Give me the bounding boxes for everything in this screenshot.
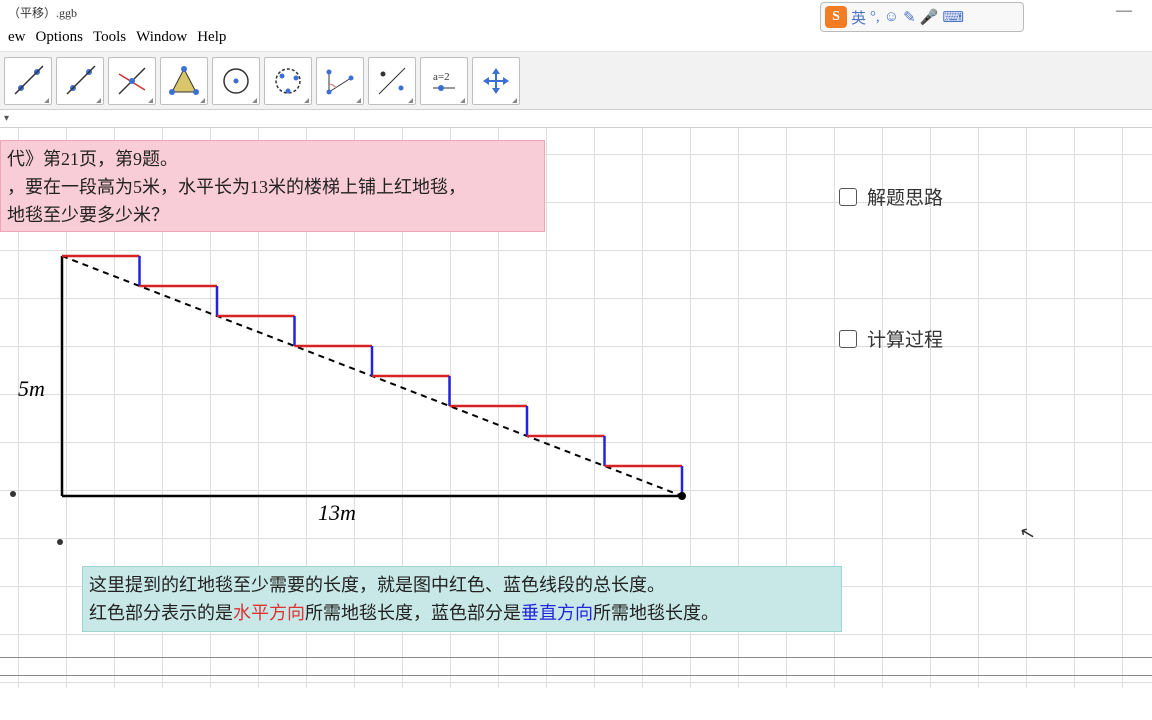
checkbox-calc[interactable] [839,330,857,348]
svg-text:a=2: a=2 [433,71,450,83]
style-bar: ▾ [0,110,1152,128]
divider-2 [0,675,1152,676]
tool-move-view[interactable] [472,57,520,105]
checkbox-idea-row: 解题思路 [839,183,943,210]
menu-help[interactable]: Help [193,27,230,48]
tool-conic[interactable] [264,57,312,105]
sogou-icon: S [825,6,847,28]
tool-polygon[interactable] [160,57,208,105]
problem-text-box: 代》第21页，第9题。 ，要在一段高为5米，水平长为13米的楼梯上铺上红地毯， … [0,140,545,232]
ime-voice-icon[interactable]: 🎤 [920,8,939,27]
problem-line-2: ，要在一段高为5米，水平长为13米的楼梯上铺上红地毯， [7,173,538,201]
problem-line-3: 地毯至少要多少米？ [7,201,538,229]
ime-bar[interactable]: S 英 °, ☺ ✎ 🎤 ⌨ [820,2,1024,32]
minimize-icon[interactable]: — [1116,2,1132,20]
ime-lang[interactable]: 英 [851,7,866,28]
tool-circle[interactable] [212,57,260,105]
problem-line-1: 代》第21页，第9题。 [7,145,538,173]
tool-point[interactable] [56,57,104,105]
graphics-view[interactable]: 代》第21页，第9题。 ，要在一段高为5米，水平长为13米的楼梯上铺上红地毯， … [0,128,1152,688]
hint-line-2: 红色部分表示的是水平方向所需地毯长度，蓝色部分是垂直方向所需地毯长度。 [89,599,835,627]
staircase-diagram [12,244,712,544]
toolbar: a=2 [0,52,1152,110]
checkbox-calc-row: 计算过程 [839,325,943,352]
divider-1 [0,657,1152,658]
tool-line[interactable] [108,57,156,105]
free-point-a[interactable] [10,491,16,497]
file-title: （平移）.ggb [8,4,77,21]
menu-view[interactable]: ew [4,27,30,48]
tool-slider[interactable]: a=2 [420,57,468,105]
free-point-b[interactable] [57,539,63,545]
checkbox-calc-label: 计算过程 [867,325,943,352]
ime-keyboard-icon[interactable]: ⌨ [942,8,964,27]
tool-reflect[interactable] [368,57,416,105]
menu-window[interactable]: Window [132,27,191,48]
hint-text-box: 这里提到的红地毯至少需要的长度，就是图中红色、蓝色线段的总长度。 红色部分表示的… [82,566,842,632]
tool-move[interactable] [4,57,52,105]
checkbox-idea[interactable] [839,188,857,206]
menu-tools[interactable]: Tools [89,27,130,48]
hint-line-1: 这里提到的红地毯至少需要的长度，就是图中红色、蓝色线段的总长度。 [89,571,835,599]
ime-skin-icon[interactable]: ✎ [903,8,916,27]
tool-angle[interactable] [316,57,364,105]
base-label: 13m [318,500,356,526]
style-dropdown-icon[interactable]: ▾ [4,113,9,124]
ime-punct-icon[interactable]: °, [870,9,880,26]
menu-options[interactable]: Options [32,27,88,48]
height-label: 5m [18,376,45,402]
ime-emoji-icon[interactable]: ☺ [884,9,899,26]
checkbox-idea-label: 解题思路 [867,183,943,210]
